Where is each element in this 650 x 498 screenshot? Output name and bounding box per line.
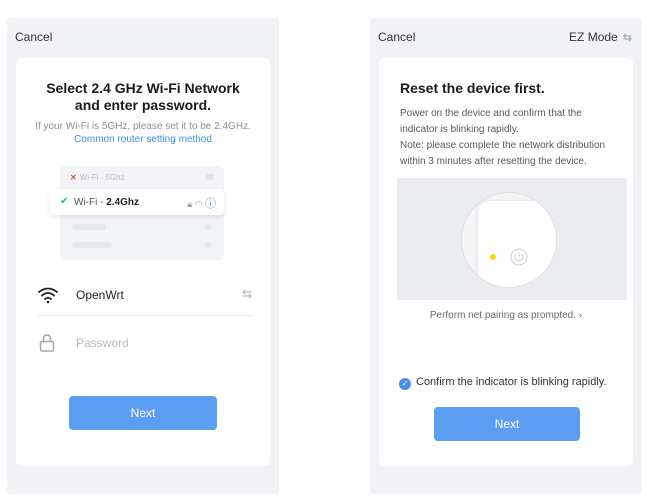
device-illustration xyxy=(397,178,627,300)
swap-icon[interactable]: ⇆ xyxy=(242,287,252,301)
page-title: Select 2.4 GHz Wi-Fi Network and enter p… xyxy=(46,80,240,113)
password-placeholder: Password xyxy=(76,336,129,350)
wifi-setup-screen: Cancel Select 2.4 GHz Wi-Fi Network and … xyxy=(7,18,279,494)
ez-mode-switch[interactable]: EZ Mode ⇆ xyxy=(569,30,632,44)
device-zoom-circle xyxy=(461,192,557,288)
cross-icon: ✕ xyxy=(70,173,77,182)
router-setting-link[interactable]: Common router setting method xyxy=(74,134,212,145)
top-bar: Cancel EZ Mode ⇆ xyxy=(370,18,642,54)
indicator-light xyxy=(490,254,496,260)
cancel-button[interactable]: Cancel xyxy=(15,30,52,44)
reset-card: Reset the device first. Power on the dev… xyxy=(379,58,633,466)
divider xyxy=(38,315,254,316)
rejected-network-row: ✕ Wi-Fi - 5Ghz xyxy=(70,173,125,182)
instructions: Power on the device and confirm that the… xyxy=(400,108,606,167)
password-field[interactable]: Password xyxy=(38,328,254,358)
device-body xyxy=(478,201,556,287)
page-title: Reset the device first. xyxy=(400,80,545,96)
top-bar: Cancel xyxy=(7,18,279,54)
selected-network-row: ✔ Wi-Fi - 2.4Ghz 🔒︎ ◠ ⓘ xyxy=(50,189,224,215)
placeholder-bar xyxy=(72,224,106,230)
lock-icon xyxy=(39,334,55,352)
net-pairing-link[interactable]: Perform net pairing as prompted. › xyxy=(379,310,633,321)
wifi-card: Select 2.4 GHz Wi-Fi Network and enter p… xyxy=(16,58,270,466)
placeholder-bar xyxy=(72,242,112,248)
next-button[interactable]: Next xyxy=(69,396,217,430)
power-icon xyxy=(510,248,528,266)
placeholder-bar xyxy=(204,224,212,230)
status-icons: 🔒︎ ◠ ⓘ xyxy=(187,198,216,210)
cancel-button[interactable]: Cancel xyxy=(378,30,415,44)
confirm-checkbox[interactable]: ✓ Confirm the indicator is blinking rapid… xyxy=(399,376,607,390)
placeholder-bar xyxy=(204,242,212,248)
subtitle: If your Wi-Fi is 5GHz, please set it to … xyxy=(35,121,251,145)
reset-device-screen: Cancel EZ Mode ⇆ Reset the device first.… xyxy=(370,18,642,494)
info-icon: ⓘ xyxy=(205,198,216,210)
check-icon[interactable]: ✓ xyxy=(399,378,411,390)
placeholder-bar xyxy=(206,174,214,180)
swap-icon: ⇆ xyxy=(619,32,632,44)
next-button[interactable]: Next xyxy=(434,407,580,441)
check-icon: ✔ xyxy=(60,196,69,207)
wifi-band-illustration: ✕ Wi-Fi - 5Ghz ✔ Wi-Fi - 2.4Ghz 🔒︎ ◠ ⓘ xyxy=(50,166,224,260)
wifi-icon xyxy=(38,287,58,304)
wifi-name-field[interactable]: OpenWrt ⇆ xyxy=(38,280,254,310)
wifi-name-value: OpenWrt xyxy=(76,288,124,302)
